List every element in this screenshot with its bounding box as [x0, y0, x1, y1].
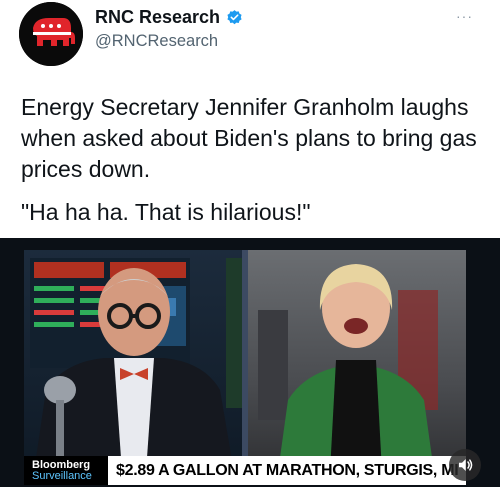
anchor-figure: [34, 268, 234, 472]
network-name: Bloomberg: [32, 458, 91, 471]
avatar[interactable]: [19, 2, 83, 66]
guest-figure: [258, 264, 438, 472]
tweet-body: Energy Secretary Jennifer Granholm laugh…: [21, 94, 477, 182]
gop-elephant-icon: [19, 2, 83, 66]
video-player[interactable]: Bloomberg Surveillance $2.89 A GALLON AT…: [0, 238, 500, 487]
speaker-icon: [459, 459, 473, 471]
news-headline: $2.89 A GALLON AT MARATHON, STURGIS, MI: [108, 456, 466, 485]
news-lower-third: Bloomberg Surveillance $2.89 A GALLON AT…: [24, 456, 466, 485]
video-left-panel: [24, 250, 247, 472]
show-name: Surveillance: [32, 469, 92, 482]
mute-toggle-button[interactable]: [449, 449, 481, 481]
tweet-header: RNC Research @RNCResearch ···: [0, 0, 500, 80]
user-handle[interactable]: @RNCResearch: [95, 32, 218, 51]
name-row: RNC Research: [95, 7, 243, 28]
video-right-panel: [248, 250, 466, 472]
verified-badge-icon: [227, 10, 242, 25]
tweet-text: Energy Secretary Jennifer Granholm laugh…: [21, 92, 491, 228]
display-name[interactable]: RNC Research: [95, 7, 220, 28]
more-options-icon[interactable]: ···: [456, 8, 473, 24]
tweet-quote: "Ha ha ha. That is hilarious!": [21, 199, 311, 225]
bloomberg-logo: Bloomberg Surveillance: [24, 456, 108, 485]
